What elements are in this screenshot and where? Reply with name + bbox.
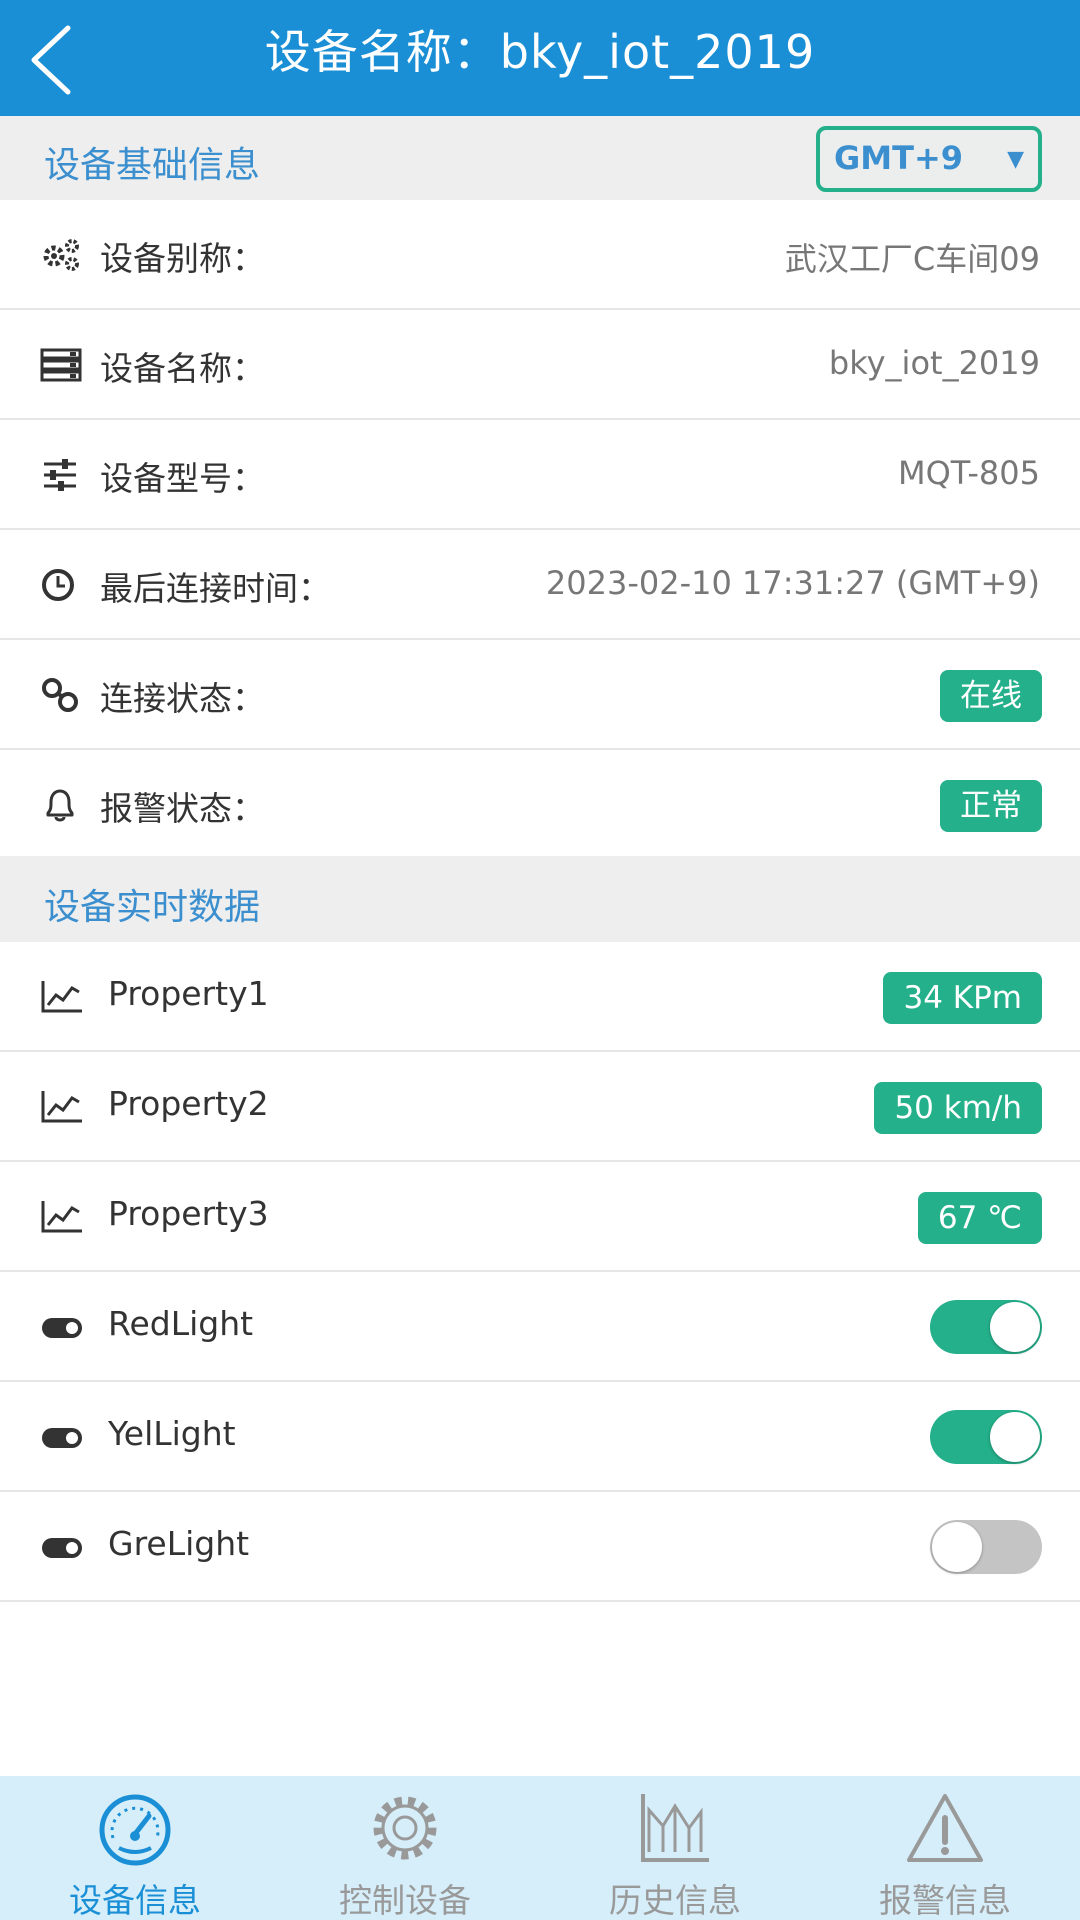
last-connect-label: 最后连接时间： xyxy=(100,569,331,608)
nav-label: 历史信息 xyxy=(609,1881,741,1920)
property-value-badge: 34 KPm xyxy=(883,972,1042,1024)
nav-control-device[interactable]: 控制设备 xyxy=(270,1776,540,1920)
property-label: Property1 xyxy=(108,974,269,1013)
gear-icon xyxy=(365,1790,445,1866)
switch-label: GreLight xyxy=(108,1524,250,1563)
device-model-label: 设备型号： xyxy=(100,459,265,498)
alarm-status-row: 报警状态： 正常 xyxy=(0,750,1080,860)
device-name-label: 设备名称： xyxy=(100,349,265,388)
property-label: Property2 xyxy=(108,1084,269,1123)
bottom-nav: 设备信息 控制设备 历史信息 报警信息 xyxy=(0,1776,1080,1920)
yellight-toggle[interactable] xyxy=(930,1410,1042,1464)
switch-label: RedLight xyxy=(108,1304,254,1343)
device-name-row: 设备名称： bky_iot_2019 xyxy=(0,310,1080,420)
clock-icon xyxy=(40,566,84,604)
link-icon xyxy=(40,676,84,714)
last-connect-value: 2023-02-10 17:31:27 (GMT+9) xyxy=(545,564,1040,602)
switch-row-redlight: RedLight xyxy=(0,1272,1080,1382)
alarm-status-badge: 正常 xyxy=(940,780,1042,832)
nav-device-info[interactable]: 设备信息 xyxy=(0,1776,270,1920)
caret-down-icon: ▼ xyxy=(1007,147,1024,172)
line-chart-icon xyxy=(40,1088,84,1126)
basic-info-title: 设备基础信息 xyxy=(44,145,261,186)
warning-icon xyxy=(905,1790,985,1866)
nav-label: 报警信息 xyxy=(879,1881,1011,1920)
grelight-toggle[interactable] xyxy=(930,1520,1042,1574)
cogs-icon xyxy=(40,236,84,274)
alarm-status-label: 报警状态： xyxy=(100,789,265,828)
device-model-row: 设备型号： MQT-805 xyxy=(0,420,1080,530)
basic-info-section-header: 设备基础信息 GMT+9 ▼ xyxy=(0,116,1080,200)
line-chart-icon xyxy=(40,1198,84,1236)
realtime-title: 设备实时数据 xyxy=(44,887,261,928)
connection-status-row: 连接状态： 在线 xyxy=(0,640,1080,750)
realtime-section-header: 设备实时数据 xyxy=(0,856,1080,942)
property-value-badge: 50 km/h xyxy=(874,1082,1042,1134)
last-connect-row: 最后连接时间： 2023-02-10 17:31:27 (GMT+9) xyxy=(0,530,1080,640)
device-alias-row: 设备别称： 武汉工厂C车间09 xyxy=(0,200,1080,310)
redlight-toggle[interactable] xyxy=(930,1300,1042,1354)
device-alias-value: 武汉工厂C车间09 xyxy=(784,240,1040,278)
nav-label: 控制设备 xyxy=(339,1881,471,1920)
sliders-icon xyxy=(40,456,84,494)
nav-alarm-info[interactable]: 报警信息 xyxy=(810,1776,1080,1920)
property-row[interactable]: Property3 67 ℃ xyxy=(0,1162,1080,1272)
page-title: 设备名称：bky_iot_2019 xyxy=(264,25,816,79)
toggle-icon xyxy=(40,1418,84,1456)
online-status-badge: 在线 xyxy=(940,670,1042,722)
property-label: Property3 xyxy=(108,1194,269,1233)
line-chart-icon xyxy=(40,978,84,1016)
toggle-icon xyxy=(40,1308,84,1346)
timezone-value: GMT+9 xyxy=(834,139,964,177)
timezone-select[interactable]: GMT+9 ▼ xyxy=(816,126,1042,192)
switch-row-yellight: YelLight xyxy=(0,1382,1080,1492)
bell-icon xyxy=(40,786,84,824)
dashboard-icon xyxy=(95,1790,175,1866)
server-icon xyxy=(40,346,84,384)
history-chart-icon xyxy=(635,1790,715,1866)
switch-label: YelLight xyxy=(108,1414,236,1453)
device-name-value: bky_iot_2019 xyxy=(828,344,1040,382)
switch-row-grelight: GreLight xyxy=(0,1492,1080,1602)
property-value-badge: 67 ℃ xyxy=(917,1192,1042,1244)
property-row[interactable]: Property2 50 km/h xyxy=(0,1052,1080,1162)
nav-history[interactable]: 历史信息 xyxy=(540,1776,810,1920)
toggle-icon xyxy=(40,1528,84,1566)
connection-status-label: 连接状态： xyxy=(100,679,265,718)
app-header: 设备名称：bky_iot_2019 xyxy=(0,0,1080,116)
nav-label: 设备信息 xyxy=(69,1881,201,1920)
property-row[interactable]: Property1 34 KPm xyxy=(0,942,1080,1052)
device-model-value: MQT-805 xyxy=(897,454,1040,492)
device-alias-label: 设备别称： xyxy=(100,239,265,278)
